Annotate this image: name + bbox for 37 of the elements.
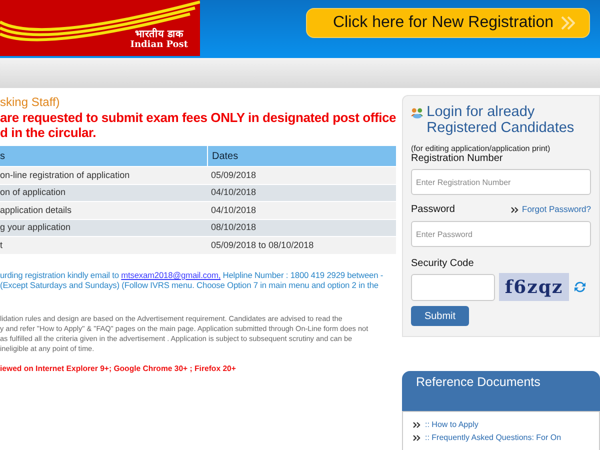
table-cell-text: application details (0, 204, 73, 217)
table-cell-text: t (0, 238, 4, 252)
new-registration-button[interactable]: Click here for New Registration (306, 8, 590, 38)
email-link[interactable]: mtsexam2018@gmail.com, (121, 270, 221, 280)
security-code-field[interactable] (411, 274, 495, 300)
forgot-password-link[interactable]: Forgot Password? (511, 203, 591, 216)
captcha-image: f6zqz (499, 273, 569, 301)
submit-button[interactable]: Submit (411, 306, 469, 326)
login-subtitle: (for editing application/application print) (411, 144, 552, 153)
reference-header: Reference Documents (402, 371, 600, 411)
refresh-icon[interactable] (573, 280, 587, 294)
logo-hindi-text: भारतीय डाक (134, 30, 184, 40)
field-label: Registration Number (411, 153, 504, 165)
registration-number-field[interactable]: Enter Registration Number (411, 169, 591, 195)
subtitle: sking Staff) (0, 94, 61, 110)
field-label: Security Code (411, 257, 475, 271)
table-cell-text: 08/10/2018 (210, 221, 258, 234)
table-cell-text: 05/09/2018 (210, 168, 258, 182)
table-cell-text: 05/09/2018 to 08/10/2018 (210, 238, 315, 252)
helpline-text: urding registration kindly email to mtsexam2018@gmail.com, Helpline Number : 1800 419 2929 between - (Except Saturdays and Sundays) (Follow IVRS menu. Choose Option 7 in main menu and option 2 in the (0, 270, 384, 290)
double-chevron-icon (561, 15, 575, 31)
table-cell-text: g your application (0, 221, 72, 234)
logo-english-text: Indian Post (130, 41, 188, 50)
password-field[interactable]: Enter Password (411, 221, 591, 247)
login-title: Login for already Registered Candidates (426, 104, 576, 136)
document-link[interactable]: :: Frequently Asked Questions: For On (413, 433, 599, 443)
column-header: s (0, 150, 6, 164)
field-label: Password (411, 203, 455, 217)
fee-notice: are requested to submit exam fees ONLY in designated post office d in the circular. (0, 110, 396, 140)
table-cell-text: on-line registration of application (0, 168, 131, 182)
double-chevron-icon (511, 206, 520, 212)
document-link[interactable]: :: How to Apply (413, 420, 599, 430)
table-cell-text: 04/10/2018 (210, 186, 258, 200)
double-chevron-icon (413, 435, 421, 441)
table-cell-text: on of application (0, 186, 67, 200)
table-cell-text: 04/10/2018 (210, 204, 258, 217)
double-chevron-icon (413, 422, 421, 428)
